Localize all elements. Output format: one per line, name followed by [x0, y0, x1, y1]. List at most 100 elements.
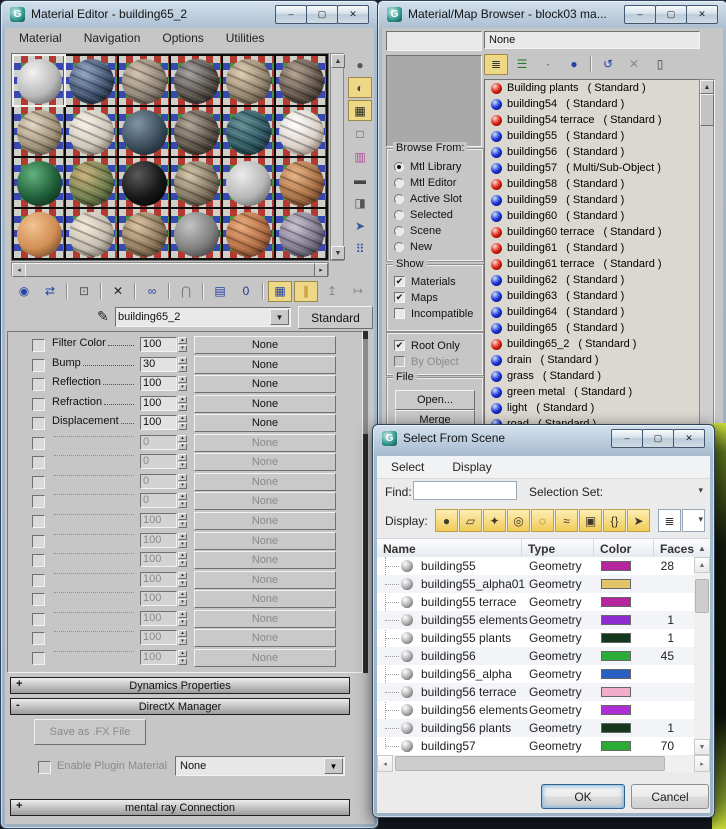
map-amount-field[interactable]: 0: [140, 493, 177, 509]
display-helpers-icon[interactable]: ◌: [531, 509, 554, 532]
scroll-right-icon[interactable]: ▸: [694, 755, 710, 772]
put-to-library-icon[interactable]: ▤: [208, 281, 232, 302]
map-amount-field[interactable]: 100: [140, 512, 177, 528]
minimize-button[interactable]: –: [275, 4, 307, 24]
scroll-up-icon[interactable]: ▲: [331, 54, 345, 68]
map-enable-checkbox[interactable]: [32, 534, 45, 548]
spinner-up-icon[interactable]: ▴: [178, 415, 187, 423]
assign-material-icon[interactable]: ⊡: [72, 281, 96, 302]
sample-type-icon[interactable]: ●: [348, 54, 372, 75]
map-amount-field[interactable]: 100: [140, 376, 177, 392]
map-none-button[interactable]: None: [194, 492, 336, 511]
material-list-item[interactable]: building61 terrace ( Standard ): [485, 256, 714, 272]
browse-from-option[interactable]: Scene: [394, 223, 481, 238]
background-icon[interactable]: ▦: [348, 100, 372, 121]
material-slot-7[interactable]: [12, 106, 66, 157]
map-none-button[interactable]: None: [194, 375, 336, 394]
spinner-up-icon[interactable]: ▴: [178, 395, 187, 403]
display-children-icon[interactable]: ≣: [658, 509, 681, 532]
spinner-down-icon[interactable]: ▾: [178, 638, 187, 646]
map-amount-field[interactable]: 0: [140, 434, 177, 450]
video-color-check-icon[interactable]: ▥: [348, 146, 372, 167]
scroll-thumb[interactable]: [700, 94, 714, 126]
map-none-button[interactable]: None: [194, 472, 336, 491]
display-groups-icon[interactable]: ▣: [579, 509, 602, 532]
map-none-button[interactable]: None: [194, 433, 336, 452]
display-geometry-icon[interactable]: ●: [435, 509, 458, 532]
spinner-down-icon[interactable]: ▾: [178, 345, 187, 352]
browse-from-option[interactable]: Selected: [394, 207, 481, 222]
material-list-item[interactable]: building63 ( Standard ): [485, 288, 714, 304]
map-enable-checkbox[interactable]: [32, 339, 45, 352]
spinner-down-icon[interactable]: ▾: [178, 618, 187, 626]
reset-map-icon[interactable]: ✕: [106, 281, 130, 302]
menu-select[interactable]: Select: [391, 460, 424, 474]
map-amount-field[interactable]: 100: [140, 571, 177, 587]
cancel-button[interactable]: Cancel: [631, 784, 709, 809]
ok-button[interactable]: OK: [541, 784, 625, 809]
map-none-button[interactable]: None: [194, 511, 336, 530]
spinner-up-icon[interactable]: ▴: [178, 532, 187, 540]
show-option[interactable]: ✔ Materials: [394, 274, 481, 289]
map-none-button[interactable]: None: [194, 414, 336, 433]
map-enable-checkbox[interactable]: [32, 456, 45, 470]
menu-navigation[interactable]: Navigation: [84, 31, 141, 45]
combo-dropdown-icon[interactable]: ▼: [270, 309, 289, 325]
map-none-button[interactable]: None: [194, 629, 336, 648]
material-name-combo[interactable]: ▼: [115, 307, 291, 327]
map-enable-checkbox[interactable]: [32, 397, 45, 411]
display-dropdown-icon[interactable]: ▾: [698, 514, 703, 525]
slots-hscrollbar[interactable]: ◂ ▸: [11, 262, 329, 277]
material-id-channel-icon[interactable]: 0: [234, 281, 258, 302]
map-enable-checkbox[interactable]: [32, 358, 45, 372]
material-slot-17[interactable]: [222, 157, 275, 208]
map-none-button[interactable]: None: [194, 590, 336, 609]
table-row[interactable]: building55 Geometry 28: [377, 557, 694, 575]
spinner-down-icon[interactable]: ▾: [178, 540, 187, 548]
map-amount-spinner[interactable]: ▴ ▾: [178, 493, 187, 509]
material-list-item[interactable]: light ( Standard ): [485, 400, 714, 416]
map-amount-field[interactable]: 30: [140, 356, 177, 372]
menu-utilities[interactable]: Utilities: [226, 31, 265, 45]
column-header-color[interactable]: Color: [594, 539, 654, 558]
map-amount-field[interactable]: 100: [140, 552, 177, 568]
scroll-left-icon[interactable]: ◂: [377, 755, 393, 772]
view-small-icons-icon[interactable]: ∙: [536, 54, 560, 75]
map-amount-field[interactable]: 100: [140, 532, 177, 548]
map-amount-field[interactable]: 0: [140, 454, 177, 470]
file-open-button[interactable]: Open...: [395, 390, 475, 410]
spinner-down-icon[interactable]: ▾: [178, 442, 187, 450]
browser-titlebar[interactable]: G Material/Map Browser - block03 ma... –…: [378, 1, 726, 27]
table-row[interactable]: building56 plants Geometry 1: [377, 719, 694, 737]
select-by-material-icon[interactable]: ➤: [348, 215, 372, 236]
spinner-up-icon[interactable]: ▴: [178, 552, 187, 560]
show-option[interactable]: Incompatible: [394, 306, 481, 321]
table-row[interactable]: building55 terrace Geometry: [377, 593, 694, 611]
table-vscrollbar[interactable]: ▲ ▼: [694, 557, 710, 755]
spinner-up-icon[interactable]: ▴: [178, 591, 187, 599]
scroll-up-icon[interactable]: ▲: [694, 557, 710, 573]
map-amount-field[interactable]: 100: [140, 395, 177, 411]
material-slot-18[interactable]: [274, 157, 327, 208]
material-list-item[interactable]: building61 ( Standard ): [485, 240, 714, 256]
table-row[interactable]: building55 elements Geometry 1: [377, 611, 694, 629]
map-amount-field[interactable]: 0: [140, 473, 177, 489]
display-shapes-icon[interactable]: ▱: [459, 509, 482, 532]
selection-set-dropdown-icon[interactable]: ▾: [698, 485, 703, 496]
scroll-down-icon[interactable]: ▼: [331, 246, 345, 260]
material-slot-1[interactable]: [11, 54, 67, 107]
material-slot-22[interactable]: [169, 208, 223, 259]
material-list-item[interactable]: building65_2 ( Standard ): [485, 336, 714, 352]
table-row[interactable]: building57 Geometry 70: [377, 737, 694, 755]
scroll-right-icon[interactable]: ▸: [314, 263, 328, 277]
material-list-scrollbar[interactable]: ▲: [699, 79, 714, 452]
spinner-down-icon[interactable]: ▾: [178, 384, 187, 392]
map-enable-checkbox[interactable]: [32, 436, 45, 450]
show-map-in-viewport-icon[interactable]: ▦: [268, 280, 292, 302]
material-slot-21[interactable]: [117, 208, 170, 259]
get-material-icon[interactable]: ◉: [12, 281, 36, 302]
params-scroll-thumb[interactable]: [363, 339, 368, 434]
table-row[interactable]: building55 plants Geometry 1: [377, 629, 694, 647]
material-list-item[interactable]: building54 ( Standard ): [485, 96, 714, 112]
map-amount-spinner[interactable]: ▴ ▾: [178, 376, 187, 392]
